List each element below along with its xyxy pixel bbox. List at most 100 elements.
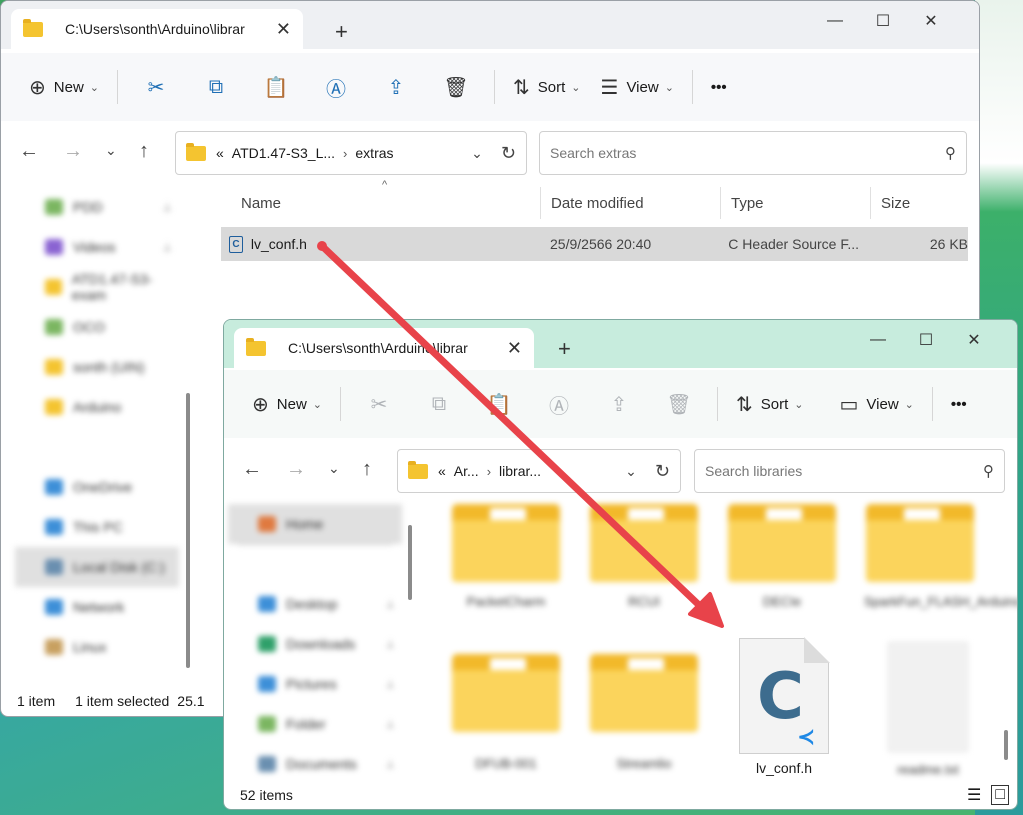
up-arrow-icon[interactable]: ↑ <box>362 458 372 481</box>
sidebar-item[interactable]: sonth (UIN) <box>15 347 179 387</box>
breadcrumb-item[interactable]: ATD1.47-S3_L... <box>232 145 335 161</box>
share-icon[interactable]: ⇪ <box>589 384 649 424</box>
breadcrumb-item[interactable]: librar... <box>499 463 541 479</box>
minimize-icon[interactable]: — <box>854 320 902 360</box>
chevron-down-icon[interactable]: ⌄ <box>471 145 483 162</box>
separator <box>717 387 718 421</box>
more-options-button[interactable]: ••• <box>701 67 737 107</box>
delete-icon[interactable]: 🗑 <box>649 384 709 424</box>
search-input[interactable]: Search extras ⚲ <box>539 131 967 175</box>
cut-icon[interactable]: ✂ <box>349 384 409 424</box>
text-file-icon <box>888 642 968 752</box>
separator <box>931 387 933 421</box>
folder-item[interactable]: PacketCharm <box>450 498 562 609</box>
more-options-button[interactable]: ••• <box>941 384 977 424</box>
folder-item[interactable]: SparkFun_FLASH_Arduino_Library <box>864 498 1017 609</box>
sidebar-item[interactable]: Arduino <box>15 387 179 427</box>
sort-button[interactable]: ⇅ Sort ⌄ <box>726 384 814 424</box>
sidebar-scrollbar[interactable] <box>186 393 190 668</box>
sort-label: Sort <box>760 395 789 413</box>
sidebar-item[interactable]: Pictures ⟂ <box>228 664 402 704</box>
tab-extras[interactable]: C:\Users\sonth\Arduino\librar ✕ <box>11 9 303 49</box>
cut-icon[interactable]: ✂ <box>126 67 186 107</box>
breadcrumb-item[interactable]: extras <box>355 145 393 161</box>
column-header-name[interactable]: Name <box>231 187 541 219</box>
column-header-size[interactable]: Size <box>871 187 967 219</box>
maximize-icon[interactable]: ☐ <box>859 1 907 41</box>
sidebar-item[interactable]: Downloads ⟂ <box>228 624 402 664</box>
content-scrollbar[interactable] <box>1004 730 1008 760</box>
sidebar-item[interactable]: ATD1.47-S3-exam <box>15 267 179 307</box>
close-window-icon[interactable]: ✕ <box>907 1 955 41</box>
back-arrow-icon[interactable]: ← <box>242 458 262 481</box>
sidebar-item[interactable]: Documents ⟂ <box>228 744 402 784</box>
sort-button[interactable]: ⇅ Sort ⌄ <box>503 67 591 107</box>
share-icon[interactable]: ⇪ <box>366 67 426 107</box>
forward-arrow-icon[interactable]: → <box>286 458 306 481</box>
sidebar-item[interactable]: Network <box>15 587 179 627</box>
refresh-icon[interactable]: ↻ <box>655 461 670 482</box>
sidebar-item[interactable]: Linux <box>15 627 179 667</box>
file-item[interactable]: readme.txt <box>872 642 984 777</box>
breadcrumb-overflow[interactable]: « <box>438 463 446 479</box>
folder-item[interactable]: RCUI <box>588 498 700 609</box>
sidebar-item[interactable]: PDD ⟂ <box>15 187 179 227</box>
tab-libraries[interactable]: C:\Users\sonth\Arduino\librar ✕ <box>234 328 534 368</box>
large-icons-view-icon[interactable]: □ <box>991 785 1009 805</box>
minimize-icon[interactable]: — <box>811 1 859 41</box>
search-input[interactable]: Search libraries ⚲ <box>694 449 1005 493</box>
file-row[interactable]: C lv_conf.h 25/9/2566 20:40 C Header Sou… <box>221 227 968 261</box>
address-bar[interactable]: « Ar... › librar... ⌄ ↻ <box>397 449 681 493</box>
sidebar-item-home[interactable]: Home <box>228 504 402 544</box>
folder-item[interactable]: DFUB-001 <box>450 648 562 771</box>
sidebar-scrollbar[interactable] <box>408 525 412 600</box>
sidebar-item[interactable]: OCO <box>15 307 179 347</box>
chevron-down-icon: ⌄ <box>312 398 322 411</box>
folder-item[interactable]: DECIe <box>726 498 838 609</box>
new-button[interactable]: ⊕ New ⌄ <box>19 67 109 107</box>
view-tile-icon: ▭ <box>839 393 859 416</box>
file-size: 26 KB <box>929 236 968 252</box>
delete-icon[interactable]: 🗑 <box>426 67 486 107</box>
rename-icon[interactable]: Ⓐ <box>306 67 366 107</box>
breadcrumb-overflow[interactable]: « <box>216 145 224 161</box>
view-button[interactable]: ▭ View ⌄ <box>830 384 924 424</box>
address-bar[interactable]: « ATD1.47-S3_L... › extras ⌄ ↻ <box>175 131 527 175</box>
back-arrow-icon[interactable]: ← <box>19 140 39 163</box>
view-button[interactable]: ☰ View ⌄ <box>591 67 684 107</box>
chevron-right-icon: › <box>343 145 348 161</box>
sidebar-item[interactable]: Desktop ⟂ <box>228 584 402 624</box>
sidebar-item[interactable]: Folder ⟂ <box>228 704 402 744</box>
up-arrow-icon[interactable]: ↑ <box>139 140 149 163</box>
forward-arrow-icon[interactable]: → <box>63 140 83 163</box>
folder-item[interactable]: Streamlio <box>588 648 700 771</box>
dropped-file-item[interactable]: C ≺ lv_conf.h <box>736 637 832 776</box>
close-tab-icon[interactable]: ✕ <box>276 19 291 40</box>
folder-icon <box>452 648 560 732</box>
breadcrumb-item[interactable]: Ar... <box>454 463 479 479</box>
copy-icon[interactable]: ⧉ <box>409 384 469 424</box>
sidebar-item[interactable]: OneDrive <box>15 467 179 507</box>
close-window-icon[interactable]: ✕ <box>950 320 998 360</box>
sidebar-item[interactable]: Local Disk (C:) <box>15 547 179 587</box>
chevron-down-icon: ⌄ <box>89 81 99 94</box>
details-view-icon[interactable]: ☰ <box>967 785 981 805</box>
column-header-type[interactable]: Type <box>721 187 871 219</box>
chevron-down-icon[interactable]: ⌄ <box>625 463 637 480</box>
recent-chevron-icon[interactable]: ⌄ <box>105 142 117 159</box>
new-tab-icon[interactable]: + <box>558 336 571 362</box>
column-header-date[interactable]: Date modified <box>541 187 721 219</box>
copy-icon[interactable]: ⧉ <box>186 67 246 107</box>
layout-toggle: ☰ □ <box>967 785 1009 805</box>
recent-chevron-icon[interactable]: ⌄ <box>328 460 340 477</box>
rename-icon[interactable]: Ⓐ <box>529 384 589 424</box>
paste-icon[interactable]: 📋 <box>246 67 306 107</box>
new-button[interactable]: ⊕ New ⌄ <box>242 384 332 424</box>
refresh-icon[interactable]: ↻ <box>501 143 516 164</box>
close-tab-icon[interactable]: ✕ <box>507 338 522 359</box>
sidebar-item[interactable]: This PC <box>15 507 179 547</box>
sidebar-item[interactable]: Videos ⟂ <box>15 227 179 267</box>
maximize-icon[interactable]: ☐ <box>902 320 950 360</box>
paste-icon[interactable]: 📋 <box>469 384 529 424</box>
new-tab-icon[interactable]: + <box>335 19 348 45</box>
